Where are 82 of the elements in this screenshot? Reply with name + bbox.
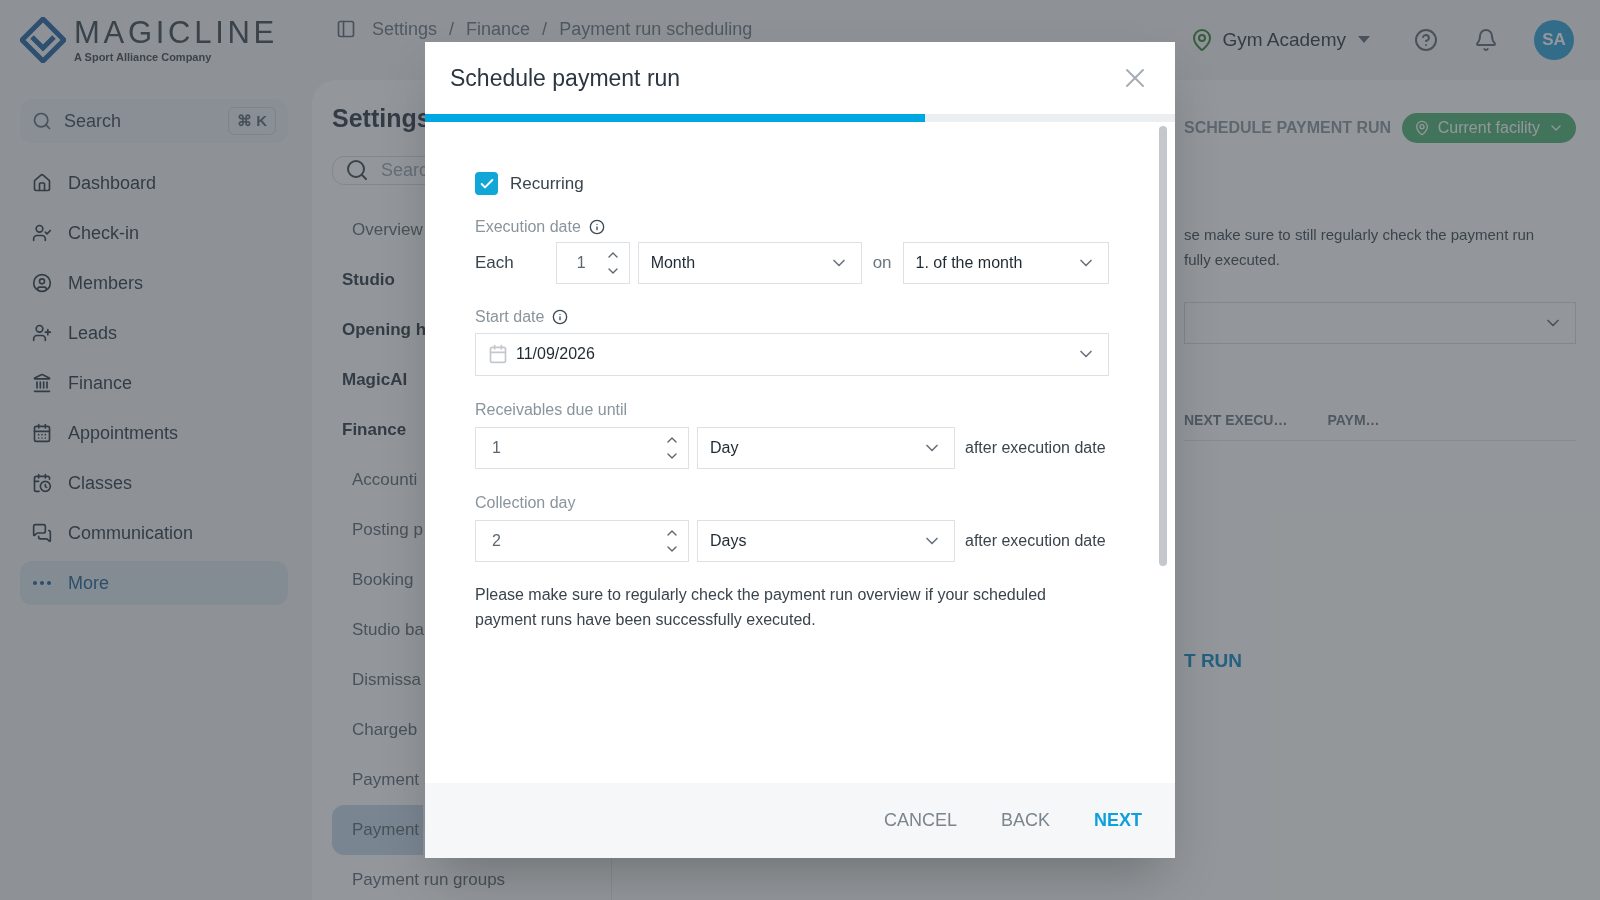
sidebar-item[interactable]: Dashboard: [20, 161, 288, 205]
info-icon[interactable]: [552, 308, 569, 325]
facility-filter-chip[interactable]: Current facility: [1401, 113, 1576, 143]
field-label: Start date: [475, 306, 545, 327]
user-avatar[interactable]: SA: [1534, 20, 1574, 60]
checkbox-label: Recurring: [510, 173, 584, 195]
connector-text: on: [872, 251, 892, 274]
nav-menu-item[interactable]: Booking: [332, 554, 418, 605]
house-icon: [32, 173, 52, 193]
dialog-button[interactable]: CANCEL: [875, 799, 965, 842]
search-icon: [345, 158, 369, 182]
user-circle-icon: [32, 273, 52, 293]
info-icon[interactable]: [588, 218, 605, 235]
field-label: Receivables due until: [475, 399, 628, 420]
diamond-logo-icon: [20, 17, 66, 63]
checkbox[interactable]: [475, 172, 498, 196]
nav-menu-item[interactable]: Accounti: [332, 454, 422, 505]
user-check-icon: [32, 223, 52, 243]
column-header[interactable]: PAYM…: [1327, 410, 1380, 431]
sidebar-item[interactable]: Check-in: [20, 211, 288, 255]
sidebar-item[interactable]: Members: [20, 261, 288, 305]
column-header[interactable]: NEXT EXECU…: [1184, 410, 1288, 431]
breadcrumb-separator: /: [542, 18, 548, 41]
number-field[interactable]: 1: [475, 426, 689, 469]
facility-name[interactable]: Gym Academy: [1222, 25, 1346, 55]
select-field[interactable]: Month: [637, 241, 862, 284]
select-field[interactable]: Day: [697, 426, 955, 469]
field-label: Collection day: [475, 492, 576, 513]
notice-text: se make sure to still regularly check the payment run: [1184, 225, 1536, 245]
nav-menu-item[interactable]: Dismissa: [332, 654, 425, 705]
search-icon: [32, 111, 52, 131]
nav-section-heading[interactable]: Finance: [332, 404, 411, 455]
number-field[interactable]: 2: [475, 519, 689, 562]
sidebar-item[interactable]: Finance: [20, 361, 288, 405]
user-plus-icon: [32, 323, 52, 343]
note-text: Please make sure to regularly check the payment run overview if your scheduled payment runs have been successfully executed.: [475, 584, 1047, 630]
notifications-icon[interactable]: [1474, 28, 1498, 52]
breadcrumb-link[interactable]: Finance: [466, 16, 531, 43]
logo-wordmark: MAGICLINE: [74, 17, 278, 48]
more-icon: [33, 581, 51, 585]
nav-menu-item[interactable]: Chargeb: [332, 704, 422, 755]
panel-toggle-icon[interactable]: [336, 19, 356, 39]
bank-icon: [32, 373, 52, 393]
number-field[interactable]: 1: [555, 241, 630, 284]
shortcut-key: ⌘ K: [228, 106, 276, 136]
sidebar-item[interactable]: Communication: [20, 511, 288, 555]
suffix-text: after execution date: [965, 530, 1106, 551]
location-pin-icon: [1413, 120, 1430, 136]
search-field[interactable]: Search ⌘ K: [20, 99, 288, 143]
sidebar-item[interactable]: Leads: [20, 311, 288, 355]
caret-icon[interactable]: [1358, 36, 1370, 44]
field-label: Execution date: [475, 216, 581, 237]
nav-menu-item[interactable]: Payment: [332, 754, 424, 805]
calendar-icon: [32, 423, 52, 443]
select-field[interactable]: 1. of the month: [902, 241, 1109, 284]
page-title: Settings: [332, 103, 431, 134]
select-field[interactable]: Days: [697, 519, 955, 562]
dialog-title: Schedule payment run: [450, 63, 681, 93]
help-icon[interactable]: [1414, 28, 1438, 52]
logo-tagline: A Sport Alliance Company: [74, 52, 213, 63]
nav-section-heading[interactable]: Studio: [332, 254, 399, 305]
chat-icon: [32, 523, 52, 543]
breadcrumb-separator: /: [449, 18, 455, 41]
breadcrumb-link[interactable]: Settings: [372, 16, 438, 43]
field-label: Each: [475, 251, 515, 274]
calendar-clock-icon: [32, 473, 52, 493]
nav-menu-item[interactable]: Studio ba: [332, 604, 428, 655]
nav-menu-item[interactable]: Posting p: [332, 504, 427, 555]
next-button[interactable]: NEXT: [1086, 799, 1150, 842]
dialog-button[interactable]: BACK: [992, 799, 1058, 842]
date-field[interactable]: 11/09/2026: [475, 332, 1109, 376]
sidebar-item[interactable]: Classes: [20, 461, 288, 505]
suffix-text: after execution date: [965, 437, 1106, 458]
sidebar-item[interactable]: Appointments: [20, 411, 288, 455]
breadcrumb-link[interactable]: Payment run scheduling: [559, 16, 753, 43]
calendar-icon: [488, 344, 508, 364]
notice-text: fully executed.: [1184, 250, 1281, 270]
sidebar-item[interactable]: More: [20, 561, 288, 605]
nav-section-heading[interactable]: MagicAI: [332, 354, 412, 405]
action-link[interactable]: T RUN: [1184, 647, 1243, 676]
nav-menu-item[interactable]: Overview: [332, 204, 427, 255]
nav-menu-item[interactable]: Payment run groups: [332, 854, 510, 900]
